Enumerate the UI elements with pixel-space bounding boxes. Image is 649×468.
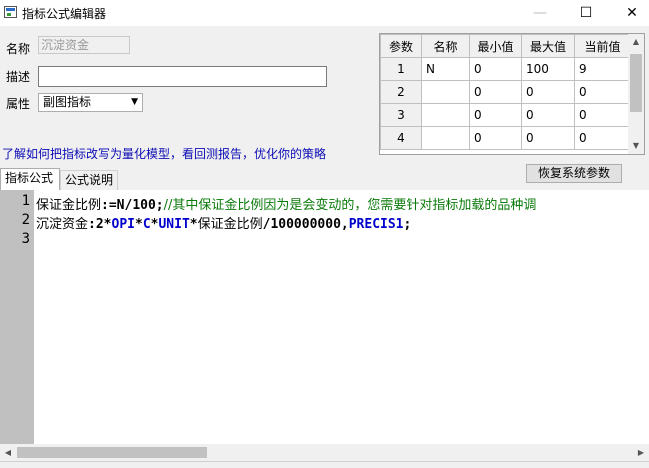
- desc-field[interactable]: [38, 66, 327, 87]
- col-header-current: 当前值: [574, 34, 631, 58]
- scroll-thumb[interactable]: [17, 447, 207, 458]
- line-number: 2: [21, 212, 30, 228]
- code-keyword: OPI: [111, 217, 135, 232]
- param-name-cell[interactable]: N: [421, 57, 470, 81]
- maximize-button[interactable]: ☐: [563, 0, 609, 26]
- param-table: 参数 名称 最小值 最大值 当前值 1 N 0 100 9 2 0 0 0 3 …: [379, 33, 645, 155]
- code-operator: :=N/100;: [101, 198, 164, 213]
- param-current-cell[interactable]: 9: [574, 57, 631, 81]
- attr-label: 属性: [6, 97, 31, 111]
- editor-horizontal-scrollbar[interactable]: ◀ ▶: [0, 444, 649, 461]
- desc-label: 描述: [6, 70, 31, 84]
- scroll-down-icon[interactable]: ▼: [628, 138, 644, 154]
- param-name-cell[interactable]: [421, 103, 470, 127]
- code-line-2: 沉淀资金:2*OPI*C*UNIT*保证金比例/100000000,PRECIS…: [36, 213, 411, 232]
- code-line-1: 保证金比例:=N/100;//其中保证金比例因为是会变动的，您需要针对指标加载的…: [36, 194, 536, 213]
- window-title: 指标公式编辑器: [22, 7, 107, 21]
- code-operator: /100000000,: [262, 217, 349, 232]
- line-number-gutter: 1 2 3: [0, 190, 34, 444]
- param-index: 4: [380, 126, 422, 150]
- col-header-max: 最大值: [521, 34, 575, 58]
- code-operator: :2*: [88, 217, 112, 232]
- name-label: 名称: [6, 42, 31, 56]
- param-max-cell[interactable]: 0: [521, 80, 575, 104]
- param-min-cell[interactable]: 0: [469, 126, 522, 150]
- scroll-up-icon[interactable]: ▲: [628, 34, 644, 50]
- scroll-left-icon[interactable]: ◀: [0, 444, 16, 461]
- param-index: 1: [380, 57, 422, 81]
- code-comment: //其中保证金比例因为是会变动的，您需要针对指标加载的品种调: [163, 198, 537, 213]
- scroll-right-icon[interactable]: ▶: [633, 444, 649, 461]
- code-keyword: C: [142, 217, 151, 232]
- attr-select[interactable]: 副图指标 ▼: [38, 93, 143, 112]
- param-current-cell[interactable]: 0: [574, 80, 631, 104]
- param-current-cell[interactable]: 0: [574, 126, 631, 150]
- name-field[interactable]: 沉淀资金: [38, 36, 130, 54]
- param-max-cell[interactable]: 0: [521, 126, 575, 150]
- col-header-name: 名称: [421, 34, 470, 58]
- param-vertical-scrollbar[interactable]: ▲ ▼: [628, 34, 644, 154]
- param-current-cell[interactable]: 0: [574, 103, 631, 127]
- attr-select-value: 副图指标: [43, 95, 92, 109]
- param-row: 4 0 0 0: [380, 126, 631, 150]
- restore-params-button[interactable]: 恢复系统参数: [526, 164, 622, 183]
- code-identifier: 沉淀资金: [36, 217, 89, 232]
- code-keyword: PRECIS1: [348, 217, 404, 232]
- close-button[interactable]: ✕: [609, 0, 649, 26]
- code-operator: *: [134, 217, 143, 232]
- param-max-cell[interactable]: 0: [521, 103, 575, 127]
- line-number: 1: [21, 193, 30, 209]
- param-min-cell[interactable]: 0: [469, 57, 522, 81]
- param-name-cell[interactable]: [421, 126, 470, 150]
- code-keyword: UNIT: [158, 217, 190, 232]
- param-name-cell[interactable]: [421, 80, 470, 104]
- minimize-button[interactable]: —: [517, 0, 563, 26]
- param-row: 2 0 0 0: [380, 80, 631, 104]
- col-header-min: 最小值: [469, 34, 522, 58]
- param-min-cell[interactable]: 0: [469, 80, 522, 104]
- scroll-thumb[interactable]: [630, 54, 642, 112]
- param-min-cell[interactable]: 0: [469, 103, 522, 127]
- param-index: 2: [380, 80, 422, 104]
- param-row: 1 N 0 100 9: [380, 57, 631, 81]
- param-index: 3: [380, 103, 422, 127]
- app-icon: [4, 6, 17, 18]
- code-operator: *: [189, 217, 198, 232]
- code-identifier: 保证金比例: [36, 198, 102, 213]
- col-header-param: 参数: [380, 34, 422, 58]
- chevron-down-icon: ▼: [131, 97, 138, 107]
- code-operator: ;: [403, 217, 412, 232]
- quant-model-link[interactable]: 了解如何把指标改写为量化模型，看回测报告，优化你的策略: [2, 145, 326, 162]
- param-header-row: 参数 名称 最小值 最大值 当前值: [380, 34, 631, 58]
- line-number: 3: [21, 231, 30, 247]
- param-max-cell[interactable]: 100: [521, 57, 575, 81]
- tab-formula-help[interactable]: 公式说明: [60, 170, 118, 190]
- param-row: 3 0 0 0: [380, 103, 631, 127]
- tab-formula[interactable]: 指标公式: [0, 168, 60, 190]
- code-identifier: 保证金比例: [197, 217, 263, 232]
